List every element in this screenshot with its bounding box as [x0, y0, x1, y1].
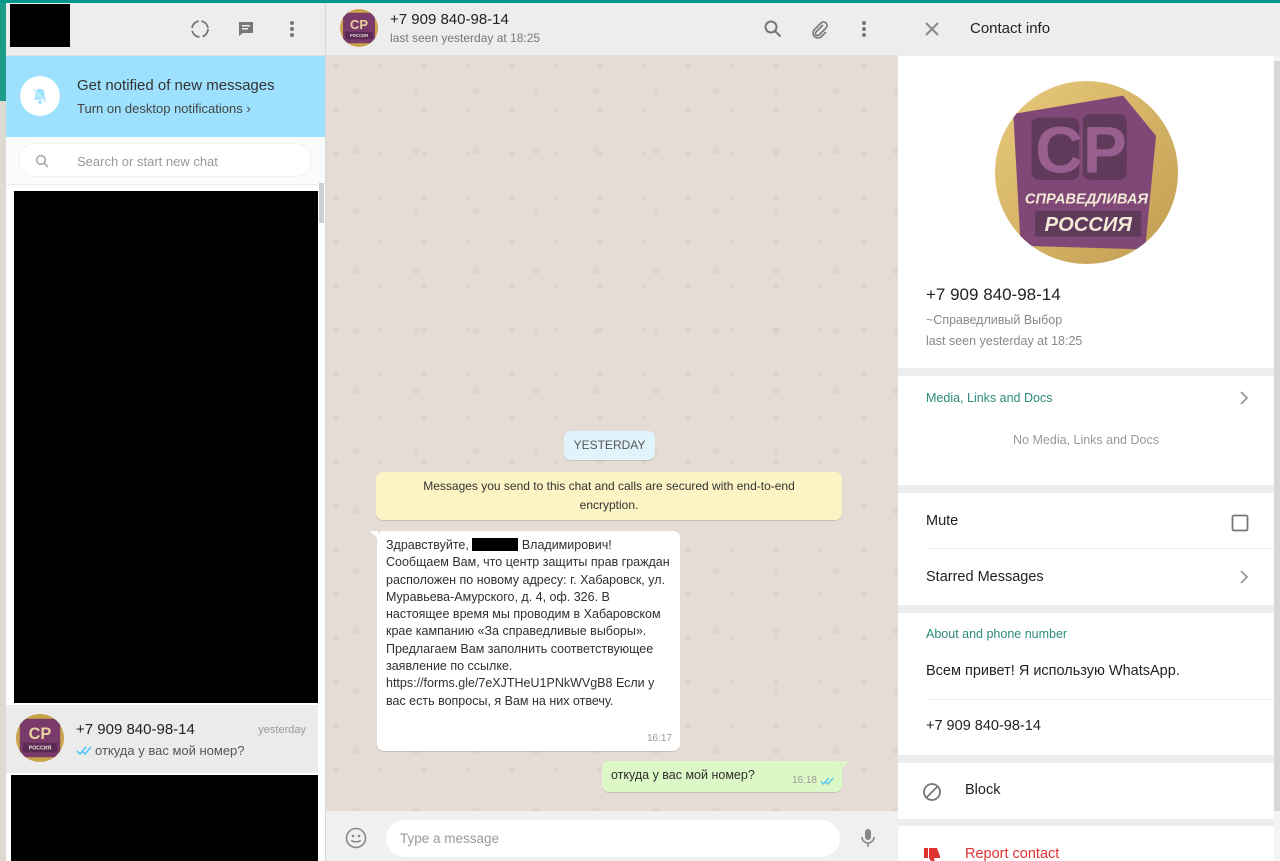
search-placeholder: Search or start new chat [77, 154, 218, 169]
block-label: Block [965, 782, 1001, 798]
profile-name: +7 909 840-98-14 [926, 285, 1061, 304]
chat-name: +7 909 840-98-14 [76, 721, 195, 738]
media-section[interactable]: Media, Links and Docs No Media, Links an… [898, 376, 1274, 485]
double-check-icon [76, 746, 92, 756]
conversation-name: +7 909 840-98-14 [390, 11, 509, 28]
svg-text:СР: СР [350, 17, 368, 32]
profile-avatar-redacted[interactable] [10, 4, 70, 47]
mute-label: Mute [926, 513, 959, 529]
about-text: Всем привет! Я использую WhatsApp. [926, 663, 1180, 679]
search-icon [35, 154, 49, 168]
chat-list-scrollbar[interactable] [319, 183, 324, 223]
outgoing-message-text: откуда у вас мой номер? [611, 768, 755, 782]
outgoing-message-meta: 16:18 [792, 775, 834, 786]
search-bar: Search or start new chat [6, 137, 325, 185]
chat-last-message: откуда у вас мой номер? [76, 743, 245, 758]
chat-list-item[interactable]: СР РОССИЯ +7 909 840-98-14 yesterday отк… [6, 705, 318, 773]
svg-text:СР: СР [29, 725, 52, 743]
incoming-message-time: 16:17 [646, 732, 672, 744]
chat-list-header [6, 3, 325, 56]
emoji-icon[interactable] [344, 826, 368, 850]
block-row[interactable]: Block [898, 763, 1274, 819]
new-chat-icon[interactable] [234, 17, 258, 41]
incoming-message-text-start: Здравствуйте, [386, 538, 469, 552]
contact-info-title: Contact info [970, 20, 1051, 37]
report-row[interactable]: Report contact [898, 826, 1274, 861]
attach-icon[interactable] [807, 17, 831, 41]
incoming-message-text: Владимирович! Сообщаем Вам, что центр за… [386, 538, 670, 708]
encryption-notice[interactable]: Messages you send to this chat and calls… [376, 472, 842, 520]
chat-last-message-text: откуда у вас мой номер? [95, 743, 245, 758]
date-divider: YESTERDAY [564, 431, 655, 460]
profile-photo[interactable]: СР СПРАВЕДЛИВАЯ РОССИЯ [995, 81, 1178, 264]
bell-off-icon [20, 76, 60, 116]
conversation-status: last seen yesterday at 18:25 [390, 31, 541, 45]
report-label: Report contact [965, 846, 1060, 861]
contact-info-header: Contact info [898, 3, 1280, 56]
search-input[interactable]: Search or start new chat [18, 143, 312, 177]
redacted-chat-list [14, 191, 318, 703]
search-icon[interactable] [761, 17, 785, 41]
redacted-chat-list-bottom [11, 775, 318, 861]
chevron-right-icon[interactable] [1232, 386, 1256, 410]
menu-icon[interactable] [852, 17, 876, 41]
compose-bar: Type a message [326, 811, 898, 861]
notify-link[interactable]: Turn on desktop notifications › [77, 101, 251, 116]
scroll-thumb[interactable] [1274, 61, 1280, 811]
incoming-message[interactable]: Здравствуйте, Владимирович! Сообщаем Вам… [370, 531, 680, 751]
about-section: About and phone number Всем привет! Я ис… [898, 613, 1274, 755]
chat-time: yesterday [258, 724, 306, 736]
close-icon[interactable] [920, 17, 944, 41]
message-input[interactable]: Type a message [386, 820, 840, 857]
double-check-icon [820, 777, 834, 785]
checkbox-icon[interactable] [1228, 511, 1252, 535]
block-icon [920, 780, 944, 804]
starred-messages-label[interactable]: Starred Messages [926, 569, 1044, 585]
phone-number[interactable]: +7 909 840-98-14 [926, 718, 1041, 734]
contact-avatar: СР РОССИЯ [16, 714, 64, 762]
status-icon[interactable] [188, 17, 212, 41]
media-label: Media, Links and Docs [926, 391, 1053, 405]
conversation-avatar[interactable]: СР РОССИЯ [340, 9, 378, 47]
profile-section: СР СПРАВЕДЛИВАЯ РОССИЯ +7 909 840-98-14 … [898, 56, 1274, 368]
profile-last-seen: last seen yesterday at 18:25 [926, 334, 1083, 348]
conversation-panel: СР РОССИЯ +7 909 840-98-14 last seen yes… [326, 3, 898, 861]
conversation-header[interactable]: СР РОССИЯ +7 909 840-98-14 last seen yes… [326, 3, 898, 56]
outgoing-message[interactable]: откуда у вас мой номер? 16:18 [602, 761, 849, 792]
outgoing-message-time: 16:18 [791, 775, 817, 786]
divider [926, 699, 1274, 700]
notification-banner[interactable]: Get notified of new messages Turn on des… [6, 56, 325, 137]
svg-text:РОССИЯ: РОССИЯ [29, 746, 52, 752]
svg-text:РОССИЯ: РОССИЯ [350, 33, 368, 38]
thumbs-down-icon [920, 844, 944, 861]
menu-icon[interactable] [280, 17, 304, 41]
redacted-name [472, 538, 519, 551]
mic-icon[interactable] [856, 826, 880, 850]
chat-list-panel: Get notified of new messages Turn on des… [6, 3, 326, 861]
media-empty-text: No Media, Links and Docs [1013, 433, 1159, 447]
message-input-placeholder: Type a message [400, 831, 500, 846]
notify-title: Get notified of new messages [77, 77, 275, 94]
settings-section: Mute Starred Messages [898, 493, 1274, 605]
divider [926, 548, 1274, 549]
chevron-right-icon[interactable] [1232, 565, 1256, 589]
contact-info-scrollbar[interactable] [1274, 56, 1280, 861]
contact-info-panel: Contact info СР СПРАВЕДЛИВАЯ РОССИЯ +7 9… [898, 3, 1280, 861]
profile-pushname: ~Справедливый Выбор [926, 313, 1063, 327]
about-label: About and phone number [926, 627, 1068, 641]
